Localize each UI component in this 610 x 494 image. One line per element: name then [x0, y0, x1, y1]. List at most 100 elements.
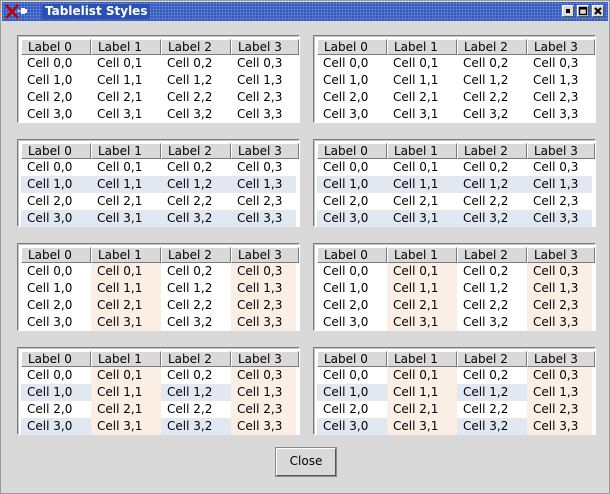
table-cell: Cell 3,1: [387, 314, 457, 331]
column-header[interactable]: Label 1: [387, 143, 457, 159]
table-row[interactable]: Cell 3,0 Cell 3,1 Cell 3,2 Cell 3,3: [317, 314, 592, 331]
tablelist[interactable]: Label 0 Label 1 Label 2 Label 3 Cell 0,0 Cell…: [313, 139, 596, 227]
column-header[interactable]: Label 2: [457, 39, 527, 55]
table-row[interactable]: Cell 2,0 Cell 2,1 Cell 2,2 Cell 2,3: [21, 401, 296, 418]
column-header[interactable]: Label 0: [21, 39, 91, 55]
table-row[interactable]: Cell 3,0 Cell 3,1 Cell 3,2 Cell 3,3: [317, 418, 592, 435]
table-row[interactable]: Cell 0,0 Cell 0,1 Cell 0,2 Cell 0,3: [21, 159, 296, 176]
table-row[interactable]: Cell 2,0 Cell 2,1 Cell 2,2 Cell 2,3: [317, 89, 592, 106]
table-cell: Cell 0,2: [167, 368, 213, 382]
column-header[interactable]: Label 0: [317, 39, 387, 55]
table-row[interactable]: Cell 1,0 Cell 1,1 Cell 1,2 Cell 1,3: [21, 280, 296, 297]
column-header[interactable]: Label 3: [231, 247, 299, 263]
table-row[interactable]: Cell 3,0 Cell 3,1 Cell 3,2 Cell 3,3: [21, 314, 296, 331]
table-cell: Cell 0,3: [237, 160, 283, 174]
table-row[interactable]: Cell 1,0 Cell 1,1 Cell 1,2 Cell 1,3: [21, 176, 296, 193]
table-row[interactable]: Cell 0,0 Cell 0,1 Cell 0,2 Cell 0,3: [21, 55, 296, 72]
close-icon[interactable]: [592, 5, 604, 17]
table-cell: Cell 1,0: [27, 281, 73, 295]
table-cell: Cell 2,3: [527, 297, 592, 314]
column-header[interactable]: Label 3: [527, 143, 595, 159]
table-row[interactable]: Cell 3,0 Cell 3,1 Cell 3,2 Cell 3,3: [21, 106, 296, 123]
table-cell: Cell 3,2: [161, 210, 231, 227]
column-header[interactable]: Label 2: [457, 351, 527, 367]
tablelist[interactable]: Label 0 Label 1 Label 2 Label 3 Cell 0,0 Cell…: [313, 35, 596, 123]
tablelist[interactable]: Label 0 Label 1 Label 2 Label 3 Cell 0,0 Cell…: [313, 243, 596, 331]
table-row[interactable]: Cell 0,0 Cell 0,1 Cell 0,2 Cell 0,3: [21, 263, 296, 280]
close-button[interactable]: Close: [275, 447, 337, 477]
table-cell: Cell 1,3: [533, 73, 579, 87]
app-icon[interactable]: [4, 3, 28, 20]
table-row[interactable]: Cell 1,0 Cell 1,1 Cell 1,2 Cell 1,3: [317, 280, 592, 297]
column-header[interactable]: Label 1: [387, 351, 457, 367]
column-header[interactable]: Label 2: [161, 351, 231, 367]
table-cell: Cell 2,1: [91, 401, 161, 418]
table-cell: Cell 2,3: [231, 297, 296, 314]
column-header[interactable]: Label 2: [457, 143, 527, 159]
table-row[interactable]: Cell 0,0 Cell 0,1 Cell 0,2 Cell 0,3: [21, 367, 296, 384]
table-cell: Cell 2,2: [167, 298, 213, 312]
tablelist[interactable]: Label 0 Label 1 Label 2 Label 3 Cell 0,0 Cell…: [17, 243, 300, 331]
column-header[interactable]: Label 0: [317, 143, 387, 159]
table-cell: Cell 2,1: [97, 90, 143, 104]
column-header[interactable]: Label 2: [457, 247, 527, 263]
table-row[interactable]: Cell 3,0 Cell 3,1 Cell 3,2 Cell 3,3: [21, 210, 296, 227]
column-header[interactable]: Label 3: [527, 351, 595, 367]
column-header[interactable]: Label 2: [161, 247, 231, 263]
table-row[interactable]: Cell 3,0 Cell 3,1 Cell 3,2 Cell 3,3: [317, 210, 592, 227]
table-cell: Cell 0,2: [463, 264, 509, 278]
column-header[interactable]: Label 0: [317, 247, 387, 263]
column-header[interactable]: Label 1: [91, 247, 161, 263]
column-header[interactable]: Label 1: [387, 247, 457, 263]
column-header[interactable]: Label 1: [387, 39, 457, 55]
table-row[interactable]: Cell 1,0 Cell 1,1 Cell 1,2 Cell 1,3: [21, 384, 296, 401]
table-row[interactable]: Cell 2,0 Cell 2,1 Cell 2,2 Cell 2,3: [21, 193, 296, 210]
column-header[interactable]: Label 3: [527, 39, 595, 55]
column-header[interactable]: Label 3: [527, 247, 595, 263]
column-header[interactable]: Label 3: [231, 143, 299, 159]
table-cell: Cell 0,0: [27, 56, 73, 70]
table-cell: Cell 0,1: [97, 160, 143, 174]
table-row[interactable]: Cell 0,0 Cell 0,1 Cell 0,2 Cell 0,3: [317, 367, 592, 384]
table-row[interactable]: Cell 2,0 Cell 2,1 Cell 2,2 Cell 2,3: [317, 297, 592, 314]
column-header[interactable]: Label 1: [91, 351, 161, 367]
table-row[interactable]: Cell 1,0 Cell 1,1 Cell 1,2 Cell 1,3: [317, 72, 592, 89]
column-header[interactable]: Label 2: [161, 143, 231, 159]
table-row[interactable]: Cell 0,0 Cell 0,1 Cell 0,2 Cell 0,3: [317, 55, 592, 72]
column-header[interactable]: Label 2: [161, 39, 231, 55]
column-header[interactable]: Label 3: [231, 39, 299, 55]
maximize-icon[interactable]: [577, 5, 589, 17]
table-row[interactable]: Cell 0,0 Cell 0,1 Cell 0,2 Cell 0,3: [317, 263, 592, 280]
column-header[interactable]: Label 3: [231, 351, 299, 367]
table-row[interactable]: Cell 0,0 Cell 0,1 Cell 0,2 Cell 0,3: [317, 159, 592, 176]
table-row[interactable]: Cell 2,0 Cell 2,1 Cell 2,2 Cell 2,3: [21, 89, 296, 106]
table-cell: Cell 3,3: [231, 210, 296, 227]
column-header[interactable]: Label 1: [91, 39, 161, 55]
table-cell: Cell 0,2: [167, 56, 213, 70]
table-row[interactable]: Cell 2,0 Cell 2,1 Cell 2,2 Cell 2,3: [21, 297, 296, 314]
column-header[interactable]: Label 0: [21, 351, 91, 367]
tablelist[interactable]: Label 0 Label 1 Label 2 Label 3 Cell 0,0 Cell…: [17, 347, 300, 435]
table-row[interactable]: Cell 1,0 Cell 1,1 Cell 1,2 Cell 1,3: [317, 176, 592, 193]
table-row[interactable]: Cell 3,0 Cell 3,1 Cell 3,2 Cell 3,3: [21, 418, 296, 435]
table-cell: Cell 2,0: [323, 90, 369, 104]
table-row[interactable]: Cell 2,0 Cell 2,1 Cell 2,2 Cell 2,3: [317, 193, 592, 210]
column-header[interactable]: Label 0: [21, 143, 91, 159]
table-row[interactable]: Cell 1,0 Cell 1,1 Cell 1,2 Cell 1,3: [21, 72, 296, 89]
table-cell: Cell 2,0: [27, 402, 73, 416]
table-cell: Cell 3,0: [317, 418, 387, 435]
titlebar[interactable]: Tablelist Styles: [2, 2, 608, 21]
table-row[interactable]: Cell 1,0 Cell 1,1 Cell 1,2 Cell 1,3: [317, 384, 592, 401]
table-cell: Cell 0,2: [463, 160, 509, 174]
tablelist[interactable]: Label 0 Label 1 Label 2 Label 3 Cell 0,0 Cell…: [17, 139, 300, 227]
column-header[interactable]: Label 0: [317, 351, 387, 367]
tablelist[interactable]: Label 0 Label 1 Label 2 Label 3 Cell 0,0 Cell…: [17, 35, 300, 123]
table-cell: Cell 3,0: [317, 210, 387, 227]
table-row[interactable]: Cell 3,0 Cell 3,1 Cell 3,2 Cell 3,3: [317, 106, 592, 123]
column-header[interactable]: Label 1: [91, 143, 161, 159]
table-row[interactable]: Cell 2,0 Cell 2,1 Cell 2,2 Cell 2,3: [317, 401, 592, 418]
minimize-icon[interactable]: [562, 5, 574, 17]
tablelist[interactable]: Label 0 Label 1 Label 2 Label 3 Cell 0,0 Cell…: [313, 347, 596, 435]
table-cell: Cell 2,1: [91, 297, 161, 314]
column-header[interactable]: Label 0: [21, 247, 91, 263]
